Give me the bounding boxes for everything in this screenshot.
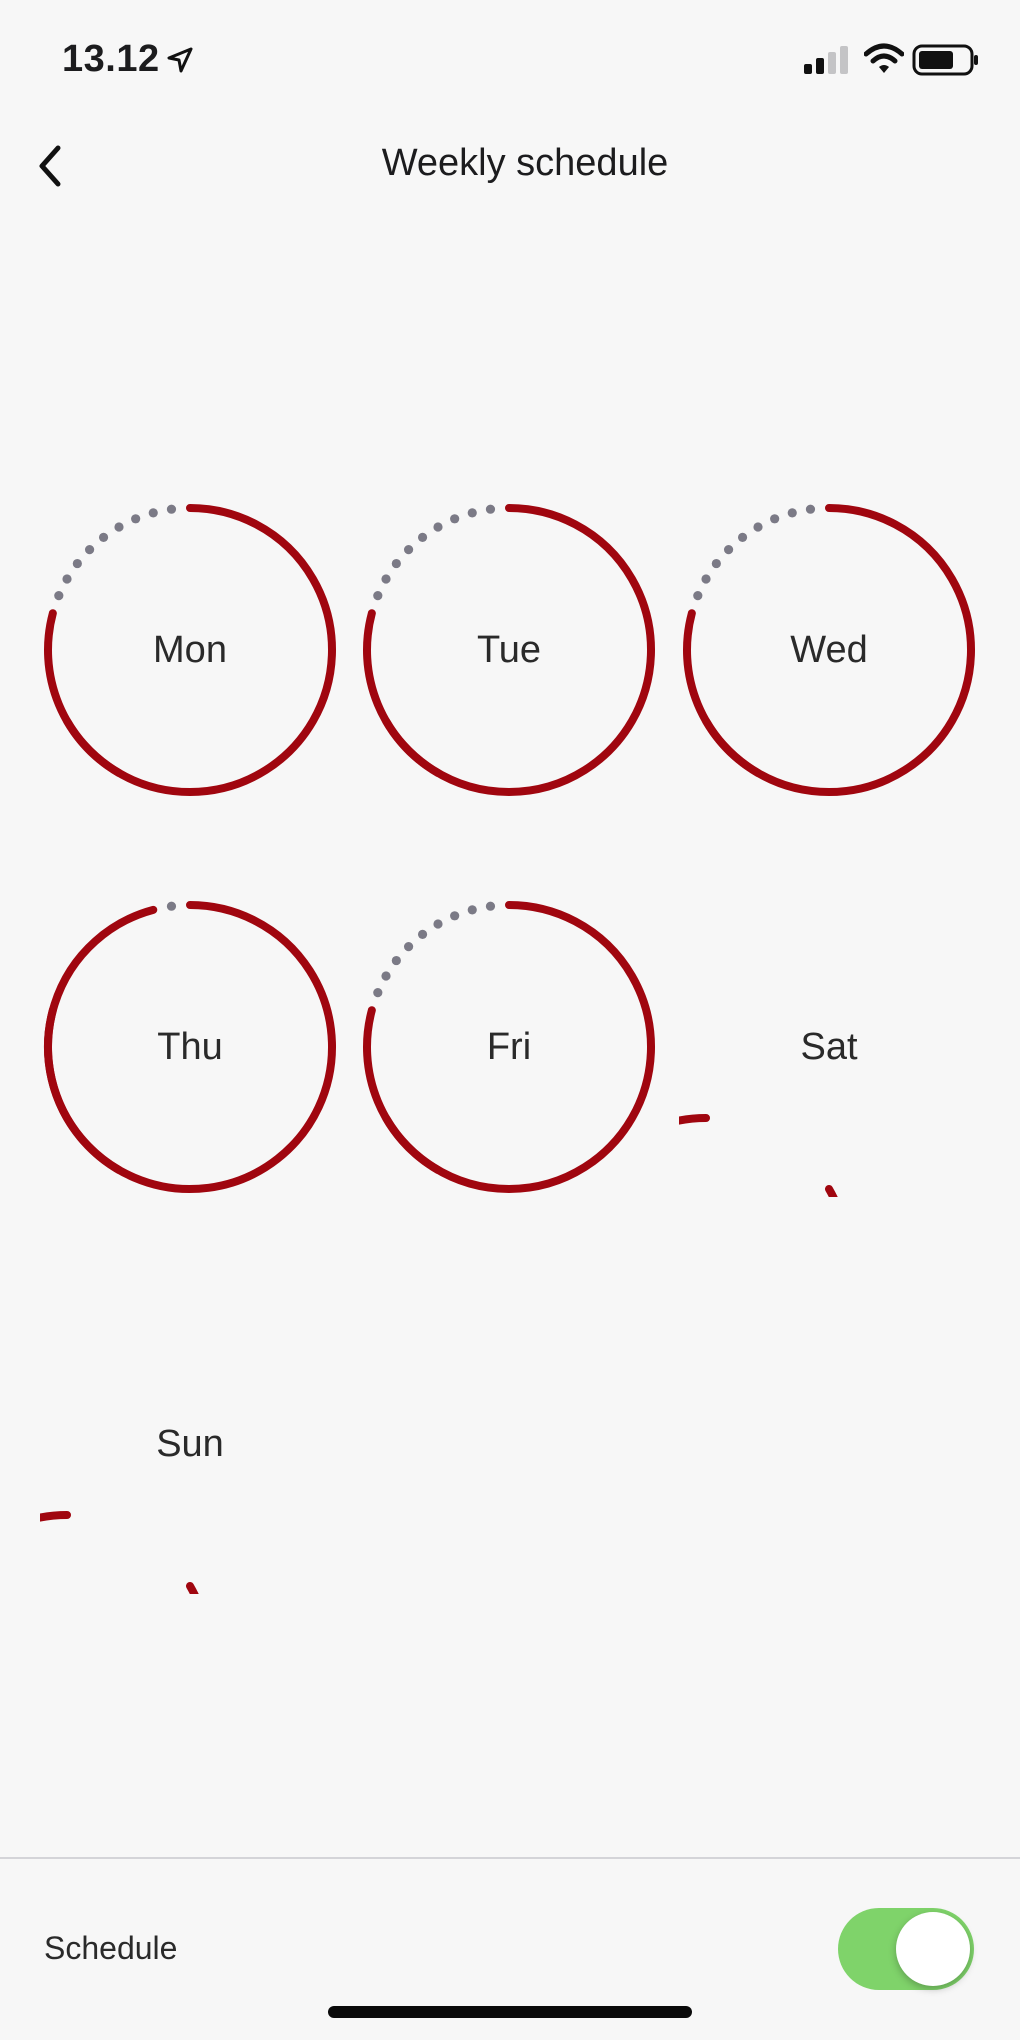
day-label: Sat	[800, 1026, 858, 1068]
schedule-label: Schedule	[44, 1930, 178, 1966]
day-ring-thu[interactable]: Thu	[40, 897, 340, 1197]
day-ring-mon[interactable]: Mon	[40, 500, 340, 800]
battery-icon	[912, 44, 978, 76]
cellular-signal-icon	[804, 46, 848, 74]
home-indicator	[328, 2006, 692, 2018]
day-label: Wed	[790, 629, 868, 671]
navigation-bar: Weekly schedule	[0, 120, 1020, 210]
day-ring-sat[interactable]: Sat	[679, 897, 979, 1197]
day-ring-tue[interactable]: Tue	[359, 500, 659, 800]
toggle-knob	[896, 1912, 970, 1986]
day-label: Mon	[153, 629, 227, 671]
day-ring-wed[interactable]: Wed	[679, 500, 979, 800]
status-time: 13.12	[62, 38, 160, 80]
day-ring-sun[interactable]: Sun	[40, 1294, 340, 1594]
status-bar: 13.12	[0, 0, 1020, 120]
day-label: Thu	[157, 1026, 223, 1068]
footer-divider	[0, 1857, 1020, 1859]
location-arrow-icon	[167, 47, 193, 73]
day-label: Sun	[156, 1423, 224, 1465]
day-label: Fri	[486, 1026, 532, 1068]
schedule-toggle[interactable]	[838, 1908, 974, 1990]
day-label: Tue	[476, 629, 542, 671]
day-ring-fri[interactable]: Fri	[359, 897, 659, 1197]
page-title: Weekly schedule	[381, 142, 669, 184]
wifi-icon	[864, 43, 904, 73]
